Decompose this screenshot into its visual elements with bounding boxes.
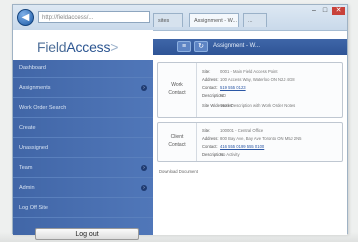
logout-button[interactable]: Log out (35, 228, 139, 240)
chevron-right-icon: › (141, 185, 147, 191)
row-value: ND (220, 93, 227, 98)
fieldaccess-logo[interactable]: FieldAccess> (37, 39, 118, 55)
row-value: 0001 - Main Field Access Point (220, 69, 278, 74)
row-value: No Activity (220, 152, 240, 157)
sidebar-item-dashboard[interactable]: Dashboard (13, 60, 153, 78)
detail-row: Address: 100 Access Way, Waterloo ON N2J… (202, 77, 342, 83)
sidebar-item-label: Create (19, 125, 36, 131)
sidebar-item-work-order-search[interactable]: Work Order Search (13, 100, 153, 118)
row-label: Site: (202, 69, 211, 74)
sidebar-item-label: Team (19, 165, 33, 171)
card-name-column: Work Contact (158, 63, 197, 117)
row-label: Address: (202, 77, 219, 82)
browser-tab-sites[interactable]: sites (153, 13, 183, 27)
content-header: ≡ ↻ Assignment - W... (153, 39, 347, 55)
card-name: Contact (168, 90, 186, 96)
row-label: Address: (202, 136, 219, 141)
refresh-icon[interactable]: ↻ (194, 41, 208, 52)
sidebar-item-create[interactable]: Create (13, 120, 153, 138)
card-name: Contact (168, 142, 186, 148)
sidebar-item-label: Assignments (19, 85, 51, 91)
sidebar-item-label: Unassigned (19, 145, 49, 151)
browser-tab-new[interactable]: ... (243, 13, 267, 27)
sidebar-item-log-off-site[interactable]: Log Off Site (13, 200, 153, 218)
sidebar-item-label: Dashboard (19, 65, 46, 71)
sidebar-item-team[interactable]: Team › (13, 160, 153, 178)
browser-tab-assignment[interactable]: Assignment - W... (189, 13, 239, 27)
logo-text-field: Field (37, 39, 67, 55)
browser-window: ◀ http://fieldaccess/... sites Assignmen… (12, 4, 348, 240)
card-name: Work (171, 82, 183, 88)
detail-row: Contact: 519 555 0123 (202, 85, 342, 91)
row-value: 100001 - Central Office (220, 128, 264, 133)
card-name-column: Client Contact (158, 123, 197, 161)
work-contact-card: Work Contact Site: 0001 - Main Field Acc… (157, 62, 343, 118)
row-value: 100 Access Way, Waterloo ON N2J 4G8 (220, 77, 295, 82)
phone-link[interactable]: 519 555 0123 (220, 85, 246, 90)
maximize-button[interactable]: □ (320, 7, 330, 15)
sidebar-item-label: Admin (19, 185, 35, 191)
chevron-right-icon: › (141, 85, 147, 91)
sidebar-item-label: Log Off Site (19, 205, 48, 211)
browser-toolbar: ◀ http://fieldaccess/... sites Assignmen… (13, 5, 347, 31)
menu-icon[interactable]: ≡ (177, 41, 191, 52)
chevron-right-icon: › (141, 165, 147, 171)
download-document-link[interactable]: Download Document (159, 169, 198, 174)
logo-area: FieldAccess> (13, 30, 153, 60)
sidebar-item-assignments[interactable]: Assignments › (13, 80, 153, 98)
minimize-button[interactable]: – (309, 7, 319, 15)
detail-row: Description: No Activity (202, 152, 342, 158)
main-content: Work Contact Site: 0001 - Main Field Acc… (153, 55, 347, 235)
logo-text-access: Access (66, 39, 111, 55)
client-contact-card: Client Contact Site: 100001 - Central Of… (157, 122, 343, 162)
detail-row: Contact: 416 555 0199 555 0100 (202, 144, 342, 150)
detail-row: Description: ND (202, 93, 342, 99)
row-label: Site: (202, 128, 211, 133)
close-button[interactable]: ✕ (332, 7, 345, 15)
detail-row: Address: 800 Bay Ave, Bay Ave Toronto ON… (202, 136, 342, 142)
row-label: Contact: (202, 144, 218, 149)
detail-row: Site: 100001 - Central Office (202, 128, 342, 134)
row-label: Contact: (202, 85, 218, 90)
sidebar-item-label: Work Order Search (19, 105, 67, 111)
address-bar[interactable]: http://fieldaccess/... (38, 11, 150, 23)
card-name: Client (170, 134, 184, 140)
detail-row: Site: 0001 - Main Field Access Point (202, 69, 342, 75)
page-title: Assignment - W... (213, 43, 261, 49)
phone-link[interactable]: 416 555 0199 555 0100 (220, 144, 264, 149)
row-value: 800 Bay Ave, Bay Ave Toronto ON M5J 2N5 (220, 136, 302, 141)
sidebar-nav: Dashboard Assignments › Work Order Searc… (13, 60, 153, 235)
back-button[interactable]: ◀ (17, 9, 34, 26)
detail-row: Site Wide Notes: Work Description with W… (202, 103, 342, 109)
logo-chevron-icon: > (110, 39, 119, 55)
sidebar-item-admin[interactable]: Admin › (13, 180, 153, 198)
row-value: Work Description with Work Order Notes (220, 103, 296, 108)
sidebar-item-unassigned[interactable]: Unassigned (13, 140, 153, 158)
